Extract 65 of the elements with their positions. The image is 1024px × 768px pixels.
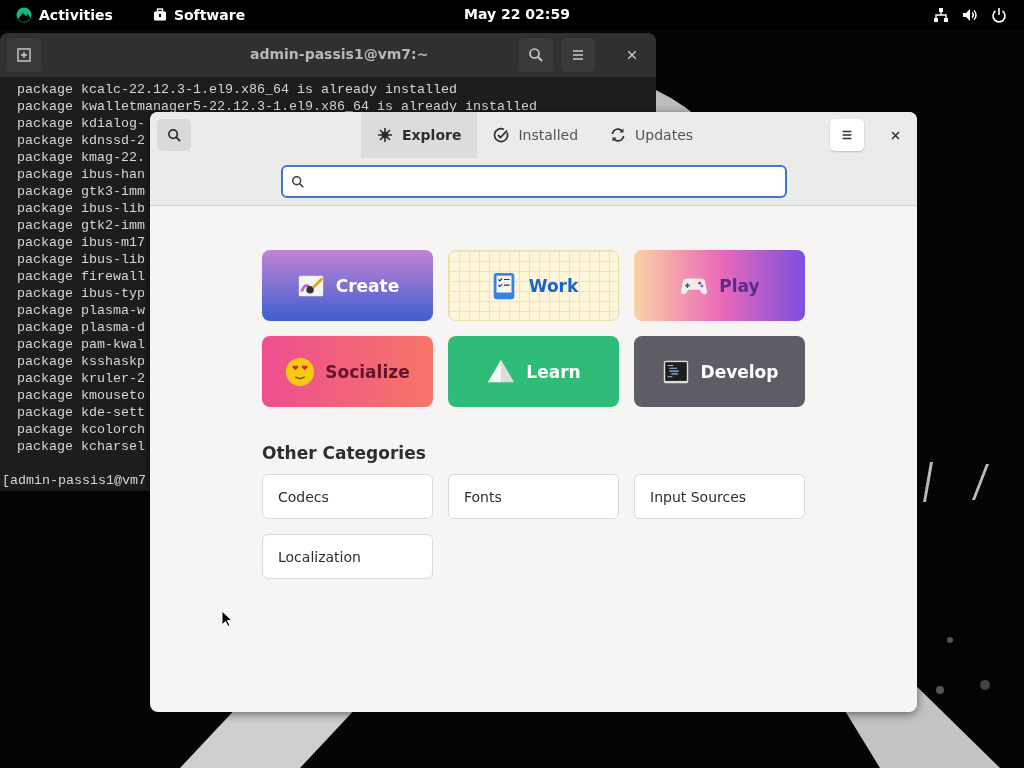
terminal-line: package ibus-typ: [17, 285, 145, 302]
terminal-line: package kmag-22.: [17, 149, 145, 166]
terminal-line: package ibus-han: [17, 166, 145, 183]
terminal-line: package firewall: [17, 268, 145, 285]
terminal-line: package gtk3-imm: [17, 183, 145, 200]
category-tile[interactable]: Work: [448, 250, 619, 321]
check-circle-icon: [493, 127, 510, 143]
new-tab-button[interactable]: [7, 38, 41, 72]
category-tile[interactable]: Socialize: [262, 336, 433, 407]
search-button[interactable]: [157, 119, 191, 151]
search-icon: [166, 127, 182, 143]
terminal-line: package kwalletmanager5-22.12.3-1.el9.x86_64 is already installed: [17, 98, 537, 115]
menu-icon: [570, 47, 586, 63]
clock[interactable]: May 22 02:59: [464, 6, 570, 22]
window-title: admin-passis1@vm7:~: [250, 46, 429, 62]
menu-button[interactable]: [830, 119, 864, 151]
terminal-line: package kde-sett: [17, 404, 145, 421]
category-button[interactable]: Codecs: [262, 474, 433, 519]
menu-icon: [840, 128, 854, 142]
new-tab-icon: [16, 47, 32, 63]
tab[interactable]: Explore: [361, 112, 478, 158]
category-button[interactable]: Input Sources: [634, 474, 805, 519]
terminal-line: package kcharsel: [17, 438, 145, 455]
tab[interactable]: Updates: [594, 112, 710, 158]
terminal-line: package plasma-w: [17, 302, 145, 319]
category-tile[interactable]: Create: [262, 250, 433, 321]
category-button[interactable]: Localization: [262, 534, 433, 579]
tab[interactable]: Installed: [477, 112, 595, 158]
search-button[interactable]: [519, 38, 553, 72]
terminal-line: package kcalc-22.12.3-1.el9.x86_64 is already installed: [17, 81, 457, 98]
network-icon[interactable]: [933, 7, 949, 23]
sparkle-icon: [377, 127, 393, 143]
terminal-line: package ibus-m17: [17, 234, 145, 251]
logo-icon: [16, 7, 32, 23]
section-heading: Other Categories: [262, 443, 427, 463]
terminal-prompt: [admin-passis1@vm7: [2, 472, 146, 489]
terminal-line: package plasma-d: [17, 319, 145, 336]
refresh-icon: [610, 127, 627, 143]
terminal-line: package kmouseto: [17, 387, 145, 404]
terminal-line: package gtk2-imm: [17, 217, 145, 234]
terminal-line: package kdnssd-2: [17, 132, 145, 149]
terminal-line: package ibus-lib: [17, 251, 145, 268]
search-icon: [528, 47, 544, 63]
terminal-line: package kdialog-: [17, 115, 145, 132]
close-icon: [889, 129, 901, 141]
wallpaper-streak: [923, 462, 933, 502]
activities-button[interactable]: Activities: [10, 5, 119, 25]
terminal-line: package ibus-lib: [17, 200, 145, 217]
category-button[interactable]: Fonts: [448, 474, 619, 519]
close-icon: [626, 49, 638, 61]
category-tile[interactable]: Develop: [634, 336, 805, 407]
power-icon[interactable]: [991, 7, 1007, 23]
search-field[interactable]: [280, 165, 787, 198]
search-icon: [290, 174, 305, 189]
terminal-line: package pam-kwal: [17, 336, 145, 353]
app-menu-button[interactable]: Software: [146, 5, 252, 25]
terminal-line: package kcolorch: [17, 421, 145, 438]
terminal-line: package kruler-2: [17, 370, 145, 387]
volume-icon[interactable]: [962, 7, 978, 23]
smiley-icon: [285, 356, 316, 387]
terminal-line: package ksshaskp: [17, 353, 145, 370]
pointer-icon: [221, 610, 233, 628]
briefcase-icon: [152, 8, 167, 22]
wallpaper-streak: [972, 464, 989, 500]
menu-button[interactable]: [561, 38, 595, 72]
